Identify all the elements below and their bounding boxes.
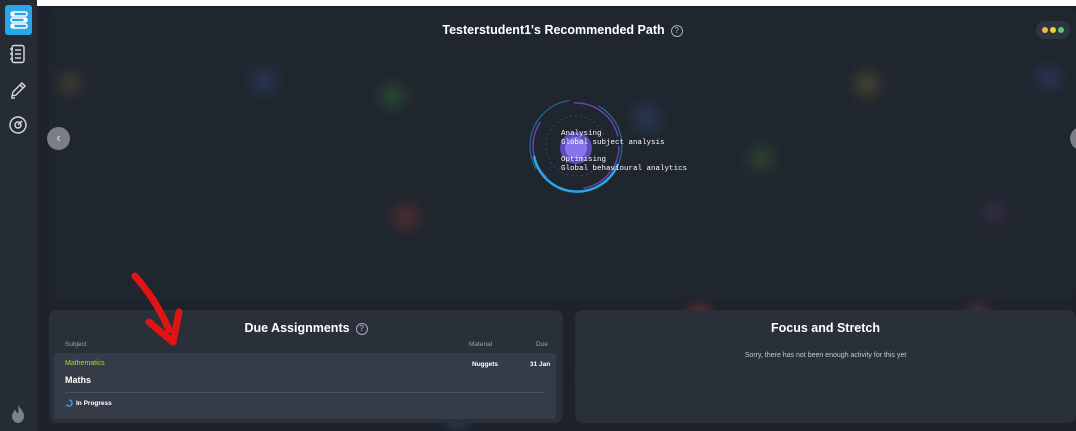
focus-stretch-panel: Focus and Stretch Sorry, there has not b… [575,310,1076,423]
notebook-icon [10,44,25,64]
streak-button[interactable] [6,402,30,426]
status-dot-3 [1058,27,1064,33]
gauge-button[interactable] [6,113,30,137]
loader-line-2: Global subject analysis [561,139,665,147]
due-assignments-title-text: Due Assignments [244,321,350,335]
chevron-left-icon: ‹ [56,130,61,145]
flame-icon [12,405,24,423]
focus-stretch-title: Focus and Stretch [770,321,881,335]
notebook-button[interactable] [6,42,30,66]
assignment-row[interactable]: Mathematics Nuggets 31 Jan Maths In Prog… [54,353,556,419]
progress-spinner-icon [65,399,73,407]
help-icon[interactable]: ? [670,25,683,37]
loader-rings-graphic [529,99,623,193]
sidebar [0,0,37,431]
carousel-prev-button[interactable]: ‹ [47,127,70,150]
assignment-due-date: 31 Jan [530,361,551,368]
assignment-status: In Progress [65,399,112,407]
analysis-loader: Analysing Global subject analysis Optimi… [524,94,687,214]
column-header-subject: Subject [65,341,87,348]
page-title-text: Testerstudent1's Recommended Path [442,23,665,37]
assignment-subject: Mathematics [65,360,105,367]
status-dot-1 [1042,27,1048,33]
main-area: Testerstudent1's Recommended Path? Analy… [37,6,1076,431]
assignment-name: Maths [65,375,92,385]
status-dots-menu[interactable] [1036,21,1070,39]
column-header-due: Due [536,341,548,348]
focus-stretch-message: Sorry, there has not been enough activit… [744,352,907,359]
pencil-button[interactable] [6,78,30,102]
assignment-status-text: In Progress [76,399,112,407]
loader-line-1: Analysing [561,130,602,138]
loader-line-3: Optimising [561,156,607,164]
loader-line-4: Global behavioural analytics [561,165,688,173]
gauge-icon [9,116,27,134]
assignment-material: Nuggets [472,361,498,368]
recommended-path-panel: Testerstudent1's Recommended Path? Analy… [49,8,1076,300]
recommended-path-button[interactable] [5,5,32,35]
pencil-icon [11,82,26,99]
row-divider [65,392,545,393]
page-title: Testerstudent1's Recommended Path? [49,23,1076,37]
help-icon[interactable]: ? [355,323,368,335]
column-header-material: Material [469,341,493,348]
status-dot-2 [1050,27,1056,33]
path-icon [9,11,28,29]
annotation-arrow-graphic [131,272,183,346]
